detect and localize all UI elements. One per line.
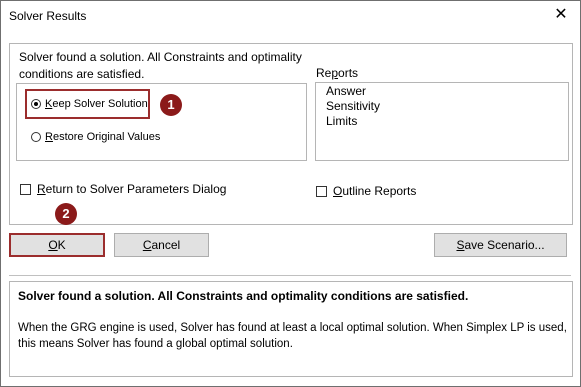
result-message-line2: conditions are satisfied.	[19, 67, 145, 81]
cancel-button[interactable]: Cancel	[114, 233, 209, 257]
annotation-badge-2: 2	[55, 203, 77, 225]
reports-item-limits[interactable]: Limits	[326, 114, 357, 129]
restore-original-values-label: Restore Original Values	[45, 131, 161, 143]
save-scenario-button[interactable]: Save Scenario...	[434, 233, 567, 257]
reports-listbox[interactable]: Answer Sensitivity Limits	[315, 82, 569, 161]
status-headline: Solver found a solution. All Constraints…	[18, 289, 469, 303]
checkbox-icon	[20, 183, 31, 195]
keep-solver-solution-radio[interactable]: Keep Solver Solution	[31, 98, 148, 110]
result-message-line1: Solver found a solution. All Constraints…	[19, 50, 302, 64]
radio-checked-icon	[31, 99, 41, 109]
reports-label: Reports	[316, 66, 359, 80]
reports-item-sensitivity[interactable]: Sensitivity	[326, 99, 380, 114]
outline-reports-checkbox[interactable]: Outline Reports	[316, 184, 416, 198]
ok-button[interactable]: OK	[9, 233, 105, 257]
checkbox-icon	[316, 185, 327, 197]
radio-unchecked-icon	[31, 132, 41, 142]
return-to-parameters-checkbox[interactable]: Return to Solver Parameters Dialog	[20, 182, 226, 196]
divider	[9, 275, 571, 276]
restore-original-values-radio[interactable]: Restore Original Values	[31, 131, 160, 143]
keep-solver-solution-label: Keep Solver Solution	[45, 98, 148, 110]
status-detail: When the GRG engine is used, Solver has …	[18, 322, 567, 350]
result-message: Solver found a solution. All Constraints…	[19, 49, 349, 83]
return-to-parameters-label: Return to Solver Parameters Dialog	[37, 182, 227, 196]
dialog-title: Solver Results	[9, 9, 87, 23]
reports-item-answer[interactable]: Answer	[326, 84, 366, 99]
close-icon[interactable]: ✕	[548, 4, 574, 26]
annotation-badge-1: 1	[160, 94, 182, 116]
outline-reports-label: Outline Reports	[333, 184, 417, 198]
